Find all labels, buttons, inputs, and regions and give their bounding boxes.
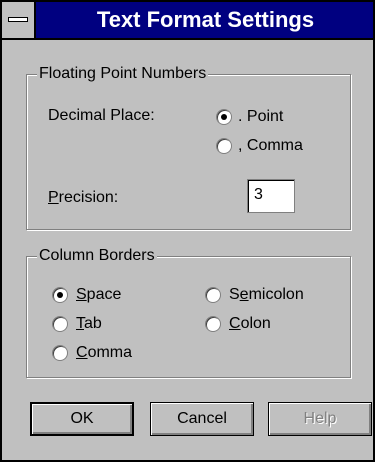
radio-border-tab-label[interactable]: Tab — [76, 314, 102, 334]
precision-label-rest: recision: — [58, 189, 119, 206]
radio-border-colon[interactable] — [205, 316, 221, 332]
radio-decimal-point[interactable] — [216, 109, 232, 125]
floating-point-group-label: Floating Point Numbers — [37, 64, 209, 84]
radio-border-comma-label[interactable]: Comma — [76, 343, 132, 363]
title-bar[interactable]: Text Format Settings — [2, 2, 373, 40]
precision-label: Precision: — [48, 189, 119, 206]
ok-button[interactable]: OK — [30, 402, 134, 436]
system-menu-icon — [8, 17, 28, 22]
radio-decimal-point-label[interactable]: . Point — [238, 107, 283, 127]
window-title: Text Format Settings — [96, 7, 315, 32]
radio-border-tab[interactable] — [52, 316, 68, 332]
help-button[interactable]: Help — [268, 402, 372, 436]
radio-border-space[interactable] — [52, 287, 68, 303]
precision-input[interactable]: 3 — [247, 179, 295, 213]
column-borders-group-label: Column Borders — [37, 246, 157, 266]
radio-border-colon-label[interactable]: Colon — [229, 314, 271, 334]
system-menu-button[interactable] — [2, 2, 36, 38]
radio-border-semicolon-label[interactable]: Semicolon — [229, 285, 304, 305]
column-borders-group: Column Borders — [26, 246, 351, 378]
decimal-place-label: Decimal Place: — [48, 107, 155, 124]
radio-decimal-comma[interactable] — [216, 138, 232, 154]
dialog-window: Text Format Settings Floating Point Numb… — [0, 0, 375, 462]
radio-border-comma[interactable] — [52, 345, 68, 361]
radio-border-semicolon[interactable] — [205, 287, 221, 303]
radio-border-space-label[interactable]: Space — [76, 285, 121, 305]
radio-decimal-comma-label[interactable]: , Comma — [238, 136, 303, 156]
cancel-button[interactable]: Cancel — [150, 402, 254, 436]
